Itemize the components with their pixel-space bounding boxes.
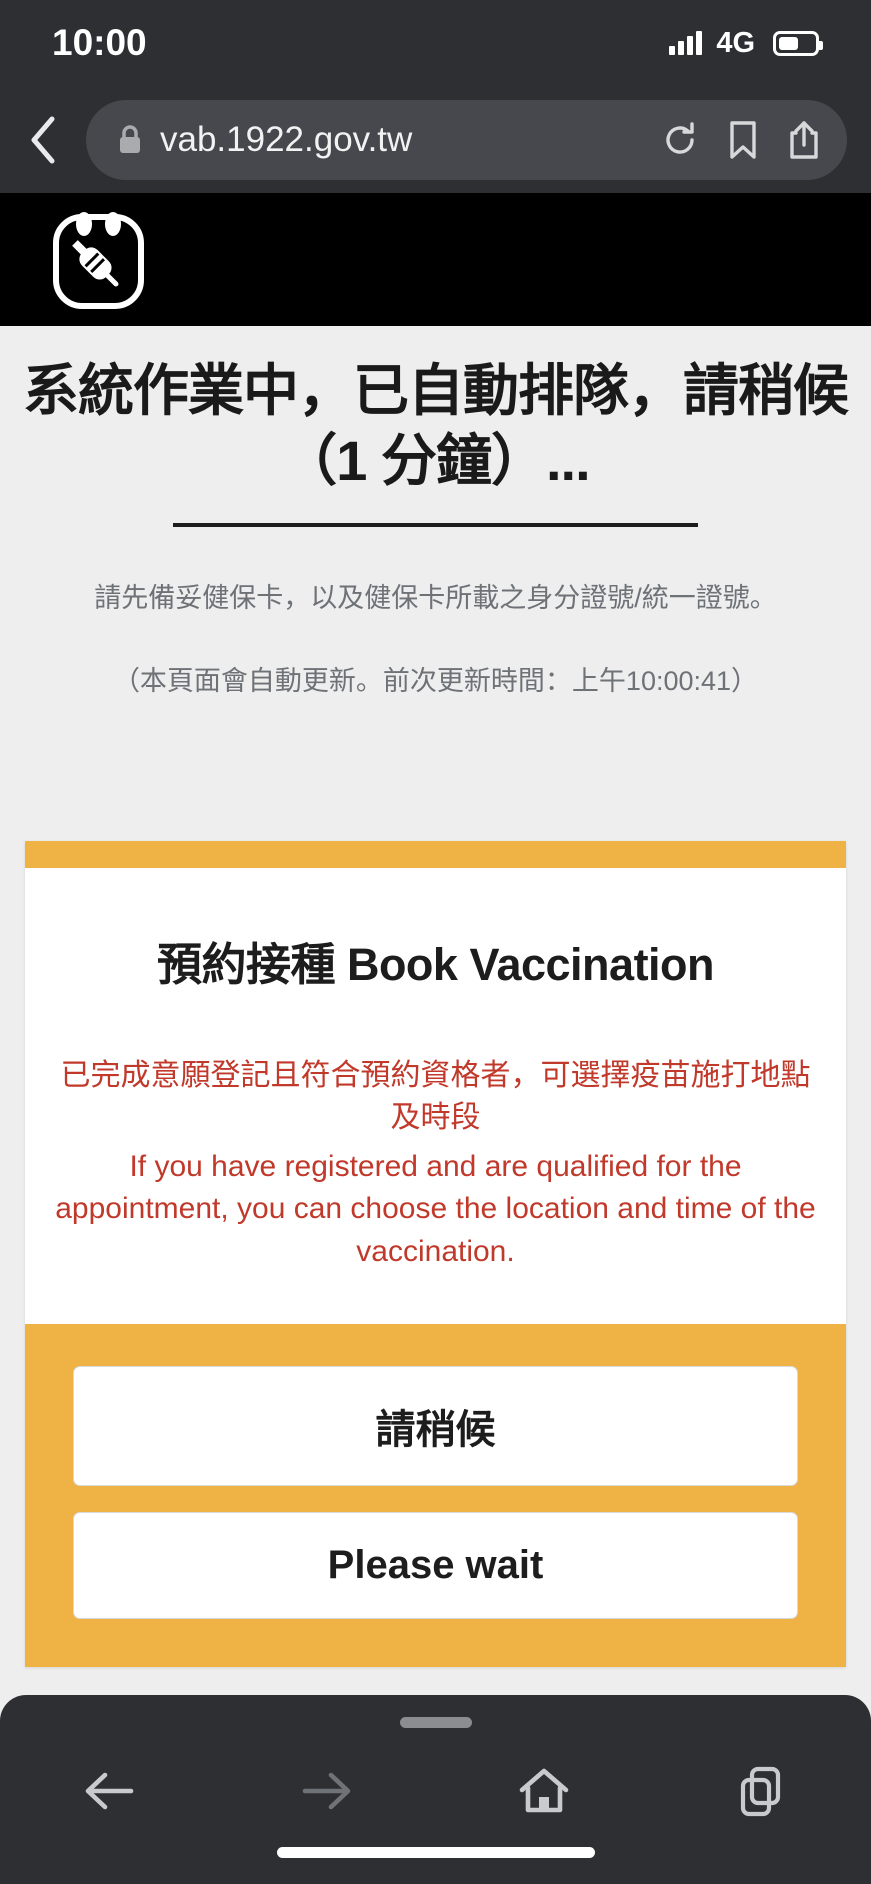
url-bar[interactable]: vab.1922.gov.tw [86,99,847,180]
home-icon[interactable] [436,1764,654,1818]
card-body: 預約接種 Book Vaccination 已完成意願登記且符合預約資格者，可選… [25,868,846,1324]
auto-refresh-note: （本頁面會自動更新。前次更新時間：上午10:00:41） [112,665,759,696]
browser-bottom-nav [0,1695,871,1884]
card-accent-bar [25,840,846,868]
card-eligibility-note-en: If you have registered and are qualified… [55,1149,816,1268]
phone-screen: 10:00 4G vab.1922.gov.tw 系統作業中，已自動排隊，請稍候… [0,0,871,1884]
battery-icon [773,30,823,56]
please-wait-button-zh[interactable]: 請稍候 [73,1365,798,1486]
reload-icon[interactable] [661,121,699,159]
status-bar: 10:00 4G [0,0,871,86]
signal-bars-icon [669,31,703,55]
browser-toolbar: vab.1922.gov.tw [0,86,871,193]
card-actions: 請稍候 Please wait [25,1323,846,1667]
chevron-left-icon[interactable] [0,114,86,166]
home-indicator [276,1847,595,1858]
nav-button-row [0,1747,871,1835]
page-content: 系統作業中，已自動排隊，請稍候（1 分鐘）... 請先備妥健保卡，以及健保卡所載… [0,326,871,1695]
lock-icon [118,124,142,155]
queue-status-heading: 系統作業中，已自動排隊，請稍候（1 分鐘）... [23,359,849,492]
card-eligibility-note-zh: 已完成意願登記且符合預約資格者，可選擇疫苗施打地點及時段 [60,1058,811,1135]
status-bar-indicators: 4G [669,26,823,60]
status-bar-clock: 10:00 [52,22,147,63]
network-type-label: 4G [716,26,755,59]
drag-handle[interactable] [399,1717,472,1728]
url-text: vab.1922.gov.tw [160,119,413,159]
please-wait-button-en[interactable]: Please wait [73,1511,798,1619]
bookmark-icon[interactable] [727,120,759,160]
arrow-left-icon[interactable] [0,1765,218,1817]
vaccine-syringe-logo-icon[interactable] [42,205,155,323]
preparation-note: 請先備妥健保卡，以及健保卡所載之身分證號/統一證號。 [94,583,777,613]
site-header [0,193,871,326]
tabs-icon[interactable] [653,1764,871,1818]
card-title: 預約接種 Book Vaccination [156,938,715,990]
share-icon[interactable] [787,119,821,161]
arrow-right-icon[interactable] [218,1765,436,1817]
url-bar-actions [661,119,821,161]
book-vaccination-card: 預約接種 Book Vaccination 已完成意願登記且符合預約資格者，可選… [25,840,846,1667]
